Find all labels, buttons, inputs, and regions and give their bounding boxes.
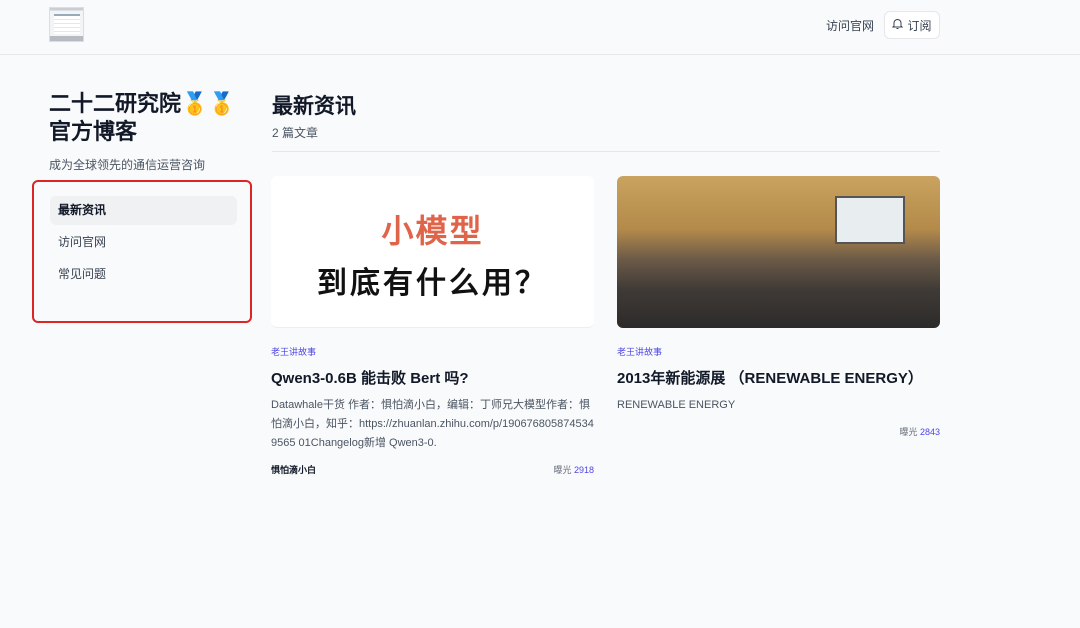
- article-thumbnail[interactable]: [617, 176, 940, 328]
- site-description: 成为全球领先的通信运营咨询: [49, 158, 206, 172]
- views-count: 2918: [573, 465, 594, 475]
- thumbnail-subheadline: 到底有什么用？: [317, 267, 548, 300]
- article-views: 曝光 2918: [553, 463, 594, 476]
- article-excerpt: Datawhale干货 作者：惧怕滴小白，编辑：丁师兄大模型作者：惧怕滴小白，知…: [271, 399, 594, 449]
- article-excerpt: RENEWABLE ENERGY: [617, 399, 736, 411]
- visit-site-link[interactable]: 访问官网: [826, 17, 874, 34]
- article-category[interactable]: 老王讲故事: [617, 345, 940, 358]
- projector-screen: [835, 196, 905, 244]
- article-card[interactable]: 老王讲故事 2013年新能源展 （RENEWABLE ENERGY） RENEW…: [617, 176, 940, 438]
- article-title[interactable]: 2013年新能源展 （RENEWABLE ENERGY）: [617, 367, 940, 388]
- views-label: 曝光: [899, 427, 918, 437]
- subscribe-label: 订阅: [907, 18, 932, 33]
- article-category[interactable]: 老王讲故事: [271, 345, 594, 358]
- site-title: 二十二研究院🥇🥇官方博客: [49, 91, 236, 144]
- article-views: 曝光 2843: [899, 425, 940, 438]
- views-count: 2843: [919, 427, 940, 437]
- bell-icon: [892, 18, 904, 33]
- sidebar-item-visit-site[interactable]: 访问官网: [50, 228, 237, 257]
- site-logo[interactable]: [49, 7, 84, 42]
- article-card[interactable]: 小模型 到底有什么用？ 老王讲故事 Qwen3-0.6B 能击败 Bert 吗?…: [271, 176, 594, 476]
- subscribe-button[interactable]: 订阅: [884, 11, 940, 39]
- article-thumbnail[interactable]: 小模型 到底有什么用？: [271, 176, 594, 328]
- sidebar-item-faq[interactable]: 常见问题: [50, 260, 237, 289]
- divider: [272, 151, 940, 152]
- article-count: 2 篇文章: [272, 126, 319, 140]
- thumbnail-headline: 小模型: [381, 213, 484, 249]
- article-title[interactable]: Qwen3-0.6B 能击败 Bert 吗?: [271, 367, 594, 388]
- sidebar-item-latest[interactable]: 最新资讯: [50, 196, 237, 225]
- article-author: 惧怕滴小白: [271, 465, 317, 475]
- views-label: 曝光: [553, 465, 572, 475]
- page-title: 最新资讯: [272, 95, 356, 118]
- top-header: 访问官网 订阅: [0, 0, 1080, 55]
